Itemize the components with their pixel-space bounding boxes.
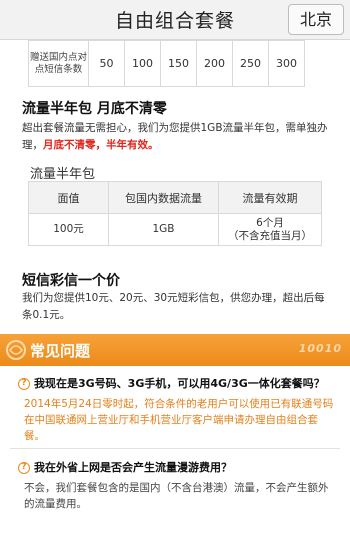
faq-question-text: 我在外省上网是否会产生流量漫游费用？ <box>34 461 232 474</box>
sms-value-cell: 100 <box>124 40 161 87</box>
sms-row-label: 赠送国内点对点短信条数 <box>28 40 89 87</box>
flow-section-description: 超出套餐流量无需担心，我们为您提供1GB流量半年包，需单独办理，月底不清零，半年… <box>22 120 332 154</box>
faq-question-text: 我现在是3G号码、3G手机，可以用4G/3G一体化套餐吗？ <box>34 377 325 390</box>
unicom-10010-logo: 10010 <box>298 342 342 355</box>
faq-header-bar: 常见问题 10010 <box>0 334 350 366</box>
table-row: 赠送国内点对点短信条数 50 100 150 200 250 300 <box>28 40 305 87</box>
flow-section-title: 流量半年包 月底不清零 <box>22 101 167 117</box>
question-mark-icon: ? <box>18 462 30 474</box>
city-select-button[interactable]: 北京 <box>288 4 344 35</box>
faq-question[interactable]: ? 我在外省上网是否会产生流量漫游费用？ <box>18 459 232 475</box>
faq-title: 常见问题 <box>30 342 91 360</box>
knot-icon <box>6 340 26 360</box>
faq-answer: 不会，我们套餐包含的是国内（不含台港澳）流量，不会产生额外的流量费用。 <box>24 482 329 510</box>
app-header: 自由组合套餐 北京 <box>0 0 350 40</box>
mms-section-title: 短信彩信一个价 <box>22 273 120 289</box>
table-cell: 6个月 （不含充值当月） <box>218 213 322 246</box>
table-header-row: 面值 包国内数据流量 流量有效期 <box>28 181 322 214</box>
faq-answer: 2014年5月24日零时起，符合条件的老用户可以使用已有联通号码在中国联通网上营… <box>24 398 334 442</box>
table-row: 100元 1GB 6个月 （不含充值当月） <box>28 213 322 246</box>
mms-section-description: 我们为您提供10元、20元、30元短彩信包，供您办理，超出后每条0.1元。 <box>22 292 325 321</box>
faq-question[interactable]: ? 我现在是3G号码、3G手机，可以用4G/3G一体化套餐吗？ <box>18 375 325 391</box>
sms-value-cell: 150 <box>160 40 197 87</box>
flow-table-subtitle: 流量半年包 <box>30 167 96 182</box>
sms-allowance-table: 赠送国内点对点短信条数 50 100 150 200 250 300 <box>28 40 305 87</box>
faq-divider <box>10 448 340 449</box>
column-header: 面值 <box>28 181 109 214</box>
table-cell: 100元 <box>28 213 109 246</box>
sms-value-cell: 300 <box>268 40 305 87</box>
question-mark-icon: ? <box>18 378 30 390</box>
sms-value-cell: 200 <box>196 40 233 87</box>
column-header: 流量有效期 <box>218 181 322 214</box>
flow-desc-highlight: 月底不清零，半年有效。 <box>43 139 159 151</box>
table-cell: 1GB <box>108 213 219 246</box>
sms-value-cell: 250 <box>232 40 269 87</box>
flow-pack-table: 面值 包国内数据流量 流量有效期 100元 1GB 6个月 （不含充值当月） <box>28 181 322 246</box>
column-header: 包国内数据流量 <box>108 181 219 214</box>
sms-value-cell: 50 <box>88 40 125 87</box>
